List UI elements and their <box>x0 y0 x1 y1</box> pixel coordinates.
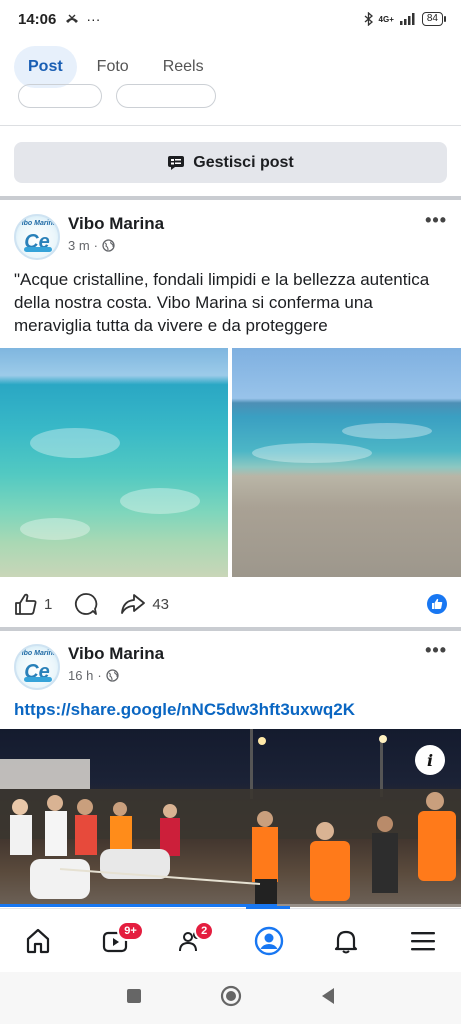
notifications-icon <box>334 930 357 953</box>
page-name[interactable]: Vibo Marina <box>68 644 164 664</box>
status-bar: 14:06 ··· 4G+ 84 <box>0 0 461 38</box>
comment-button[interactable] <box>74 592 98 616</box>
status-time: 14:06 <box>18 10 57 28</box>
post-separator <box>0 627 461 631</box>
nav-video[interactable]: 9+ <box>87 913 144 969</box>
avatar-wave <box>24 247 52 252</box>
nav-home[interactable] <box>10 913 66 969</box>
tab-reels[interactable]: Reels <box>149 46 218 88</box>
previous-content-edge <box>0 84 461 126</box>
post-separator <box>0 196 461 200</box>
recents-icon <box>126 988 141 1003</box>
profile-icon <box>254 926 284 955</box>
avatar-logo-text: Vibo Marina <box>17 650 57 657</box>
circle-home-icon <box>220 985 241 1006</box>
post-meta: 3 m · <box>68 238 164 253</box>
share-button[interactable]: 43 <box>120 593 169 615</box>
more-options-icon[interactable]: ••• <box>425 640 447 661</box>
avatar-logo-text: Vibo Marina <box>17 220 57 227</box>
like-icon <box>15 593 37 615</box>
water-reflection <box>342 423 432 439</box>
manage-posts-icon <box>168 155 185 170</box>
profile-tabs: Post Foto Reels <box>14 46 218 88</box>
active-tab-indicator <box>246 906 290 909</box>
meta-dot: · <box>93 238 99 253</box>
back-button[interactable] <box>320 987 336 1010</box>
post-header: Vibo Marina Ce Vibo Marina 16 h · ••• <box>14 640 447 690</box>
post-actions: 1 43 <box>14 590 447 618</box>
post-time[interactable]: 16 h <box>68 668 93 683</box>
post-video[interactable]: i <box>0 729 461 907</box>
tab-foto[interactable]: Foto <box>83 46 143 88</box>
menu-icon <box>410 931 435 950</box>
status-notifications: ··· <box>64 11 100 27</box>
tab-post[interactable]: Post <box>14 46 77 88</box>
globe-icon <box>102 239 115 252</box>
nav-friends[interactable]: 2 <box>164 913 220 969</box>
water-reflection <box>252 443 372 463</box>
status-right: 4G+ 84 <box>364 12 447 26</box>
manage-posts-button[interactable]: Gestisci post <box>14 142 447 183</box>
like-count: 1 <box>44 595 53 613</box>
like-reaction-icon <box>432 598 443 609</box>
water-reflection <box>120 488 200 514</box>
reaction-summary[interactable] <box>427 594 447 614</box>
meta-dot: · <box>97 668 102 683</box>
avatar-wave <box>24 677 52 682</box>
video-frame-scene <box>0 729 461 907</box>
video-info-button[interactable]: i <box>415 745 445 775</box>
nav-menu[interactable] <box>395 913 451 969</box>
post-meta: 16 h · <box>68 668 164 683</box>
share-icon <box>121 594 146 614</box>
filter-chip[interactable] <box>116 84 216 108</box>
post-text: "Acque cristalline, fondali limpidi e la… <box>14 270 430 335</box>
more-options-icon[interactable]: ••• <box>425 210 447 231</box>
missed-call-icon <box>66 14 79 23</box>
post-header-text: Vibo Marina 16 h · <box>68 644 164 683</box>
water-reflection <box>30 428 120 458</box>
post-header: Vibo Marina Ce Vibo Marina 3 m · ••• <box>14 210 447 260</box>
globe-icon <box>106 669 119 682</box>
post-photo[interactable] <box>232 348 461 577</box>
post-header-text: Vibo Marina 3 m · <box>68 214 164 253</box>
page-name[interactable]: Vibo Marina <box>68 214 164 234</box>
post-photo[interactable] <box>0 348 228 577</box>
nav-profile[interactable] <box>241 913 297 969</box>
post-time[interactable]: 3 m <box>68 238 90 253</box>
video-progress-bar[interactable] <box>0 904 461 907</box>
back-triangle-icon <box>321 987 334 1004</box>
post-link[interactable]: https://share.google/nNC5dw3hft3uxwq2K <box>14 700 355 720</box>
system-navigation <box>0 972 461 1024</box>
avatar[interactable]: Vibo Marina Ce <box>14 214 60 260</box>
home-icon <box>27 928 50 953</box>
bluetooth-icon <box>364 12 373 26</box>
like-button[interactable]: 1 <box>14 593 52 615</box>
video-progress-fill <box>0 904 277 907</box>
signal-icon <box>399 13 415 25</box>
nav-notifications[interactable] <box>318 913 374 969</box>
bottom-navigation: 9+ 2 <box>0 908 461 972</box>
comment-icon <box>75 593 98 615</box>
share-count: 43 <box>152 595 170 613</box>
network-type: 4G+ <box>378 14 394 24</box>
manage-posts-label: Gestisci post <box>193 153 294 171</box>
more-notifications-icon: ··· <box>86 11 101 27</box>
video-badge: 9+ <box>117 920 144 941</box>
water-reflection <box>20 518 90 540</box>
filter-chip[interactable] <box>18 84 102 108</box>
recents-button[interactable] <box>126 988 142 1009</box>
home-system-button[interactable] <box>220 985 242 1012</box>
battery-icon: 84 <box>421 12 447 26</box>
avatar[interactable]: Vibo Marina Ce <box>14 644 60 690</box>
friends-badge: 2 <box>194 920 215 941</box>
